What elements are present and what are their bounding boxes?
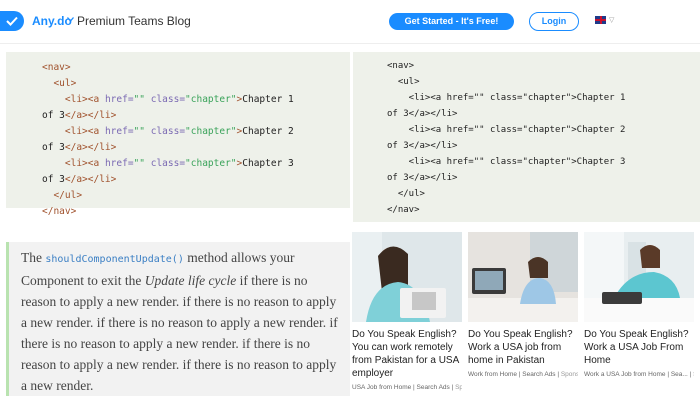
code-line: <li><a href="" class="chapter">Chapter 3 xyxy=(387,157,626,167)
ad-source: Work from Home | Search Ads | Sponsored xyxy=(468,371,578,378)
article-paragraph: The shouldComponentUpdate() method allow… xyxy=(6,242,350,396)
code-line: of 3</a></li> xyxy=(387,141,458,151)
code-block-right: <nav> <ul> <li><a href="" class="chapter… xyxy=(353,52,700,222)
ad-image[interactable] xyxy=(584,232,694,322)
sponsored-ad-card[interactable]: Do You Speak English? You can work remot… xyxy=(352,232,462,391)
ad-image[interactable] xyxy=(352,232,462,322)
ad-title[interactable]: Do You Speak English? You can work remot… xyxy=(352,328,462,380)
login-button[interactable]: Login xyxy=(529,12,579,31)
code-line: of 3</a></li> xyxy=(387,109,458,119)
code-line: <li><a href="" class="chapter">Chapter 2 xyxy=(387,125,626,135)
para-text-the: The xyxy=(21,250,42,265)
code-line: <li><a href="" class="chapter">Chapter 1 xyxy=(42,94,294,105)
blog-title: Premium Teams Blog xyxy=(77,14,191,28)
ad-image[interactable] xyxy=(468,232,578,322)
sponsored-label: Sponsored xyxy=(560,371,578,378)
code-line: <nav> xyxy=(42,62,71,73)
chevron-down-icon[interactable] xyxy=(67,17,74,22)
inline-code: shouldComponentUpdate() xyxy=(45,254,184,265)
site-header: Any.do Premium Teams Blog Get Started - … xyxy=(0,0,700,44)
para-text-rest: if there is no reason to apply a new ren… xyxy=(21,273,338,393)
code-line: <li><a href="" class="chapter">Chapter 1 xyxy=(387,93,626,103)
ad-source: Work a USA Job from Home | Sea... | Spon… xyxy=(584,371,694,378)
code-line: <ul> xyxy=(42,78,77,89)
code-block-left: <nav> <ul> <li><a href="" class="chapter… xyxy=(6,52,350,217)
get-started-button[interactable]: Get Started - It's Free! xyxy=(389,13,514,30)
code-line: </nav> xyxy=(387,205,420,215)
brand-name[interactable]: Any.do xyxy=(32,14,72,28)
ad-source: USA Job from Home | Search Ads | Sponsor… xyxy=(352,384,462,391)
sponsored-label: Sponsored xyxy=(455,384,462,391)
uk-flag-icon[interactable] xyxy=(595,16,606,24)
code-line: of 3</a></li> xyxy=(42,110,117,121)
code-line: of 3</a></li> xyxy=(42,174,117,185)
para-emphasis: Update life cycle xyxy=(144,273,237,288)
code-line: </nav> xyxy=(42,206,77,217)
code-line: <li><a href="" class="chapter">Chapter 2 xyxy=(42,126,294,137)
code-line: of 3</a></li> xyxy=(387,173,458,183)
ad-title[interactable]: Do You Speak English? Work a USA Job Fro… xyxy=(584,328,694,367)
code-line: </ul> xyxy=(42,190,83,201)
sponsored-ad-card[interactable]: Do You Speak English? Work a USA Job Fro… xyxy=(584,232,694,378)
code-line: of 3</a></li> xyxy=(42,142,117,153)
ad-title[interactable]: Do You Speak English? Work a USA job fro… xyxy=(468,328,578,367)
sponsored-ad-card[interactable]: Do You Speak English? Work a USA job fro… xyxy=(468,232,578,378)
code-line: <li><a href="" class="chapter">Chapter 3 xyxy=(42,158,294,169)
ad-source-text: Work a USA Job from Home | Sea... | xyxy=(584,371,694,378)
sponsored-label: Sponsored xyxy=(693,371,694,378)
language-caret-icon[interactable]: ▽ xyxy=(609,16,614,24)
ad-source-text: Work from Home | Search Ads | xyxy=(468,371,561,378)
logo-check-icon[interactable] xyxy=(0,11,24,31)
ad-source-text: USA Job from Home | Search Ads | xyxy=(352,384,456,391)
code-line: </ul> xyxy=(387,189,425,199)
code-line: <nav> xyxy=(387,61,415,71)
code-line: <ul> xyxy=(387,77,420,87)
